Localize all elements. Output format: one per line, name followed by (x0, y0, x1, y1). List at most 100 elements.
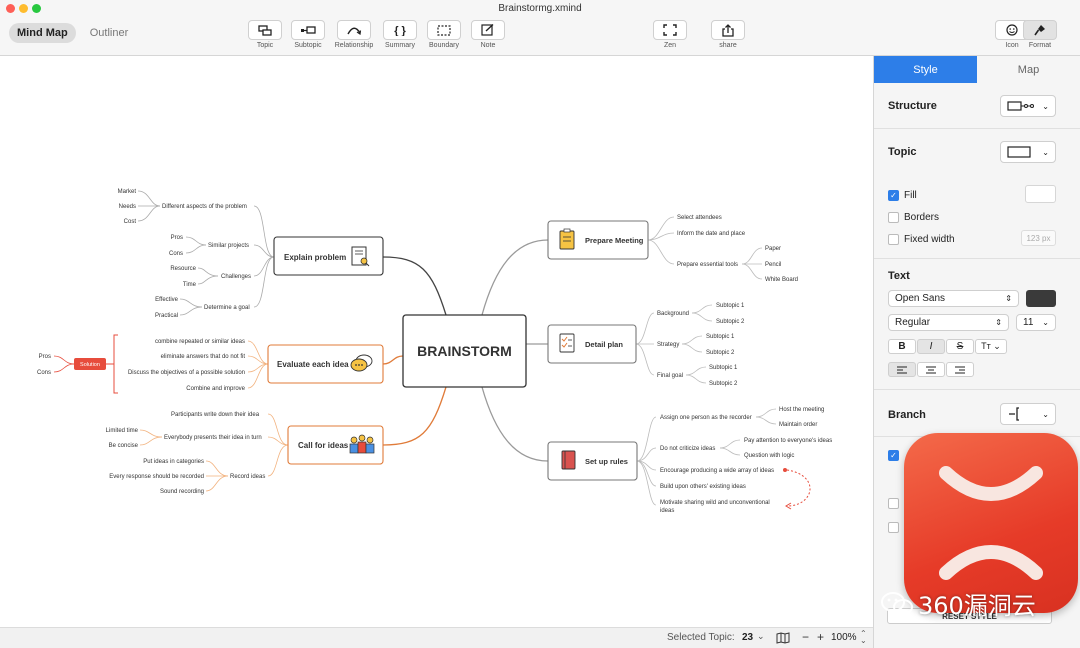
font-family-select[interactable]: Open Sans ⇕ (888, 290, 1019, 307)
detail-leaf-st-sub2[interactable]: Subtopic 2 (706, 350, 735, 356)
rules-leaf-order[interactable]: Maintain order (779, 422, 817, 428)
rules-item-encourage[interactable]: Encourage producing a wide array of idea… (660, 468, 774, 474)
font-weight-select[interactable]: Regular ⇕ (888, 314, 1009, 331)
topic-tool[interactable]: Topic (245, 20, 285, 49)
evaluate-item-discuss[interactable]: Discuss the objectives of a possible sol… (128, 370, 245, 376)
font-size-select[interactable]: 11 ⌄ (1016, 314, 1056, 331)
align-left-button[interactable] (888, 362, 916, 377)
rules-leaf-logic[interactable]: Question with logic (744, 453, 794, 459)
call-leaf-sound[interactable]: Sound recording (160, 489, 204, 495)
share-tool[interactable]: share (708, 20, 748, 49)
tab-map[interactable]: Map (977, 56, 1080, 83)
structure-select[interactable]: ⌄ (1000, 95, 1056, 117)
topic-shape-select[interactable]: ⌄ (1000, 141, 1056, 163)
call-item-write[interactable]: Participants write down their idea (171, 412, 260, 418)
extra-option-checkbox-1[interactable] (888, 498, 899, 509)
rules-leaf-attention[interactable]: Pay attention to everyone's ideas (744, 438, 832, 444)
call-item-present[interactable]: Everybody presents their idea in turn (164, 435, 262, 441)
rules-leaf-host[interactable]: Host the meeting (779, 407, 824, 413)
call-leaf-concise[interactable]: Be concise (109, 443, 139, 449)
detail-item-background[interactable]: Background (657, 311, 689, 317)
fixed-width-input[interactable]: 123 px (1021, 230, 1056, 246)
prepare-leaf-pencil[interactable]: Pencil (765, 262, 781, 268)
prepare-leaf-paper[interactable]: Paper (765, 246, 781, 252)
tab-style[interactable]: Style (874, 56, 977, 83)
relationship-tool[interactable]: Relationship (334, 20, 374, 49)
explain-branch-similar[interactable]: Similar projects (208, 243, 249, 249)
call-leaf-categories[interactable]: Put ideas in categories (143, 459, 204, 465)
fill-color-swatch[interactable] (1025, 185, 1056, 203)
boundary-tool[interactable]: Boundary (424, 20, 464, 49)
detail-leaf-bg-sub1[interactable]: Subtopic 1 (716, 303, 745, 309)
explain-leaf-effective[interactable]: Effective (155, 297, 179, 303)
detail-leaf-fg-sub1[interactable]: Subtopic 1 (709, 365, 738, 371)
solution-leaf-pros[interactable]: Pros (39, 354, 51, 360)
mind-map-canvas[interactable]: BRAINSTORM Explain problem Different asp… (0, 56, 873, 627)
fill-checkbox[interactable]: ✓ (888, 190, 899, 201)
evaluate-item-combine[interactable]: combine repeated or similar ideas (155, 339, 245, 345)
fixed-width-checkbox[interactable] (888, 234, 899, 245)
rules-item-recorder[interactable]: Assign one person as the recorder (660, 415, 752, 421)
explain-leaf-cost[interactable]: Cost (124, 219, 137, 225)
call-item-record[interactable]: Record ideas (230, 474, 265, 480)
rules-item-criticize[interactable]: Do not criticize ideas (660, 446, 715, 452)
explain-branch-aspects[interactable]: Different aspects of the problem (162, 204, 247, 210)
borders-option[interactable]: Borders (888, 212, 939, 223)
detail-leaf-bg-sub2[interactable]: Subtopic 2 (716, 319, 745, 325)
explain-leaf-needs[interactable]: Needs (119, 204, 136, 210)
explain-leaf-cons[interactable]: Cons (169, 251, 183, 257)
bold-button[interactable]: B (888, 339, 916, 354)
call-leaf-limited[interactable]: Limited time (106, 428, 139, 434)
rules-item-motivate-line2[interactable]: ideas (660, 508, 674, 514)
explain-leaf-market[interactable]: Market (118, 189, 137, 195)
text-color-swatch[interactable] (1026, 290, 1056, 307)
solution-leaf-cons[interactable]: Cons (37, 370, 51, 376)
italic-button[interactable]: I (917, 339, 945, 354)
explain-branch-challenges[interactable]: Challenges (221, 274, 251, 280)
call-leaf-every-response[interactable]: Every response should be recorded (109, 474, 204, 480)
zoom-level[interactable]: 100% (831, 632, 857, 643)
chevron-down-icon[interactable]: ⌄ (757, 631, 765, 642)
fixed-width-option[interactable]: Fixed width (888, 234, 955, 245)
zen-tool[interactable]: Zen (650, 20, 690, 49)
align-center-button[interactable] (917, 362, 945, 377)
strikethrough-button[interactable]: S (946, 339, 974, 354)
branch-option-checkbox[interactable]: ✓ (888, 450, 899, 461)
detail-leaf-st-sub1[interactable]: Subtopic 1 (706, 334, 735, 340)
zoom-out-button[interactable]: − (802, 630, 809, 644)
map-outline-icon[interactable] (776, 632, 790, 644)
explain-leaf-pros[interactable]: Pros (171, 235, 183, 241)
detail-item-strategy[interactable]: Strategy (657, 342, 679, 348)
explain-leaf-practical[interactable]: Practical (155, 313, 178, 319)
paintbrush-icon (1034, 25, 1045, 36)
extra-option-checkbox-2[interactable] (888, 522, 899, 533)
prepare-leaf-whiteboard[interactable]: White Board (765, 277, 798, 283)
note-tool[interactable]: Note (468, 20, 508, 49)
borders-checkbox[interactable] (888, 212, 899, 223)
detail-leaf-fg-sub2[interactable]: Subtopic 2 (709, 381, 738, 387)
explain-leaf-resource[interactable]: Resource (170, 266, 196, 272)
format-tool[interactable]: Format (1020, 20, 1060, 49)
prepare-item-tools[interactable]: Prepare essential tools (677, 262, 738, 268)
tab-mind-map[interactable]: Mind Map (9, 23, 76, 43)
evaluate-item-improve[interactable]: Combine and improve (186, 386, 245, 392)
tab-outliner[interactable]: Outliner (82, 23, 137, 43)
zoom-in-button[interactable]: + (817, 630, 824, 644)
fill-option[interactable]: ✓ Fill (888, 190, 917, 201)
branch-style-select[interactable]: ⌄ (1000, 403, 1056, 425)
rules-item-motivate[interactable]: Motivate sharing wild and unconventional (660, 500, 770, 506)
text-case-button[interactable]: Tт ⌄ (975, 339, 1007, 354)
align-right-button[interactable] (946, 362, 974, 377)
subtopic-tool[interactable]: Subtopic (288, 20, 328, 49)
align-right-icon (955, 366, 965, 373)
detail-item-final-goal[interactable]: Final goal (657, 373, 683, 379)
summary-tool[interactable]: { } Summary (380, 20, 420, 49)
explain-leaf-time[interactable]: Time (183, 282, 197, 288)
prepare-item-date[interactable]: Inform the date and place (677, 231, 746, 237)
prepare-item-attendees[interactable]: Select attendees (677, 215, 722, 221)
evaluate-item-eliminate[interactable]: eliminate answers that do not fit (161, 354, 246, 360)
zoom-stepper-icon[interactable]: ⌃ ⌄ (860, 630, 867, 645)
rules-item-build[interactable]: Build upon others' existing ideas (660, 484, 746, 490)
explain-branch-goal[interactable]: Determine a goal (204, 305, 250, 311)
boundary-icon (437, 24, 451, 36)
